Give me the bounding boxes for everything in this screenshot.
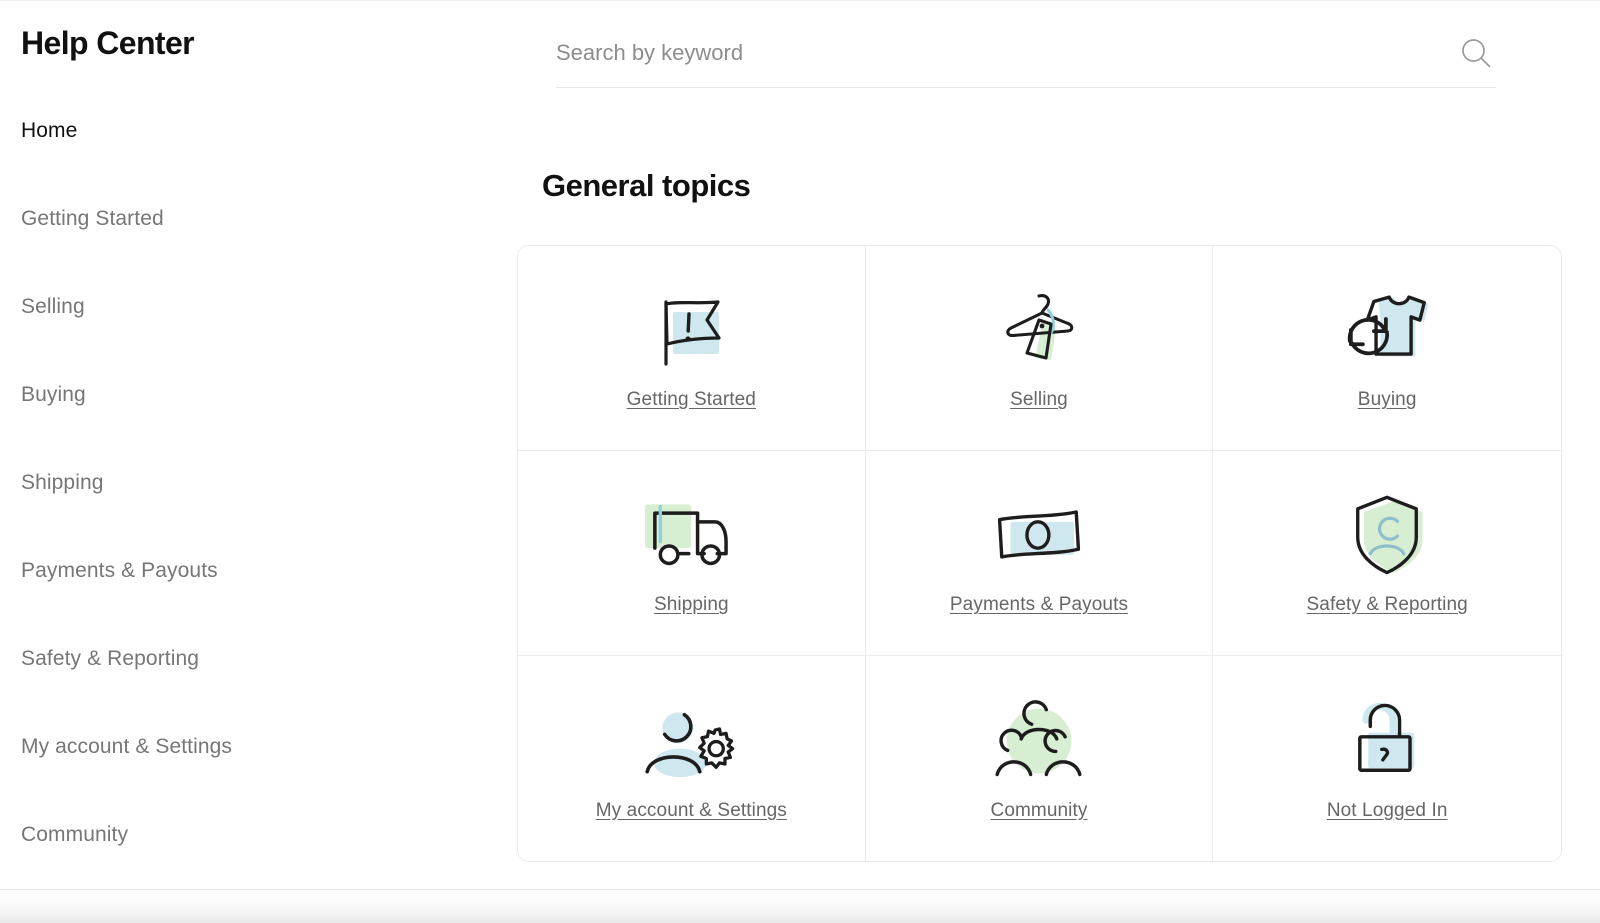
topic-label[interactable]: Not Logged In [1327,799,1448,823]
sidebar-item-home[interactable]: Home [21,118,520,144]
sidebar-item-community[interactable]: Community [21,822,520,848]
flag-exclamation-icon [636,284,746,376]
topic-cell-selling[interactable]: Selling [865,246,1214,451]
sidebar-nav: Home Getting Started Selling Buying Ship… [21,118,520,848]
topic-label[interactable]: Selling [1010,388,1068,412]
person-gear-icon [645,712,735,777]
search-icon[interactable] [1456,33,1496,73]
tshirt-refresh-icon [1347,295,1429,357]
topic-cell-buying[interactable]: Buying [1213,246,1561,451]
sidebar-item-shipping[interactable]: Shipping [21,470,520,496]
search-bar[interactable] [556,24,1496,88]
sidebar-item-selling[interactable]: Selling [21,294,520,320]
sidebar-item-buying[interactable]: Buying [21,382,520,408]
topic-cell-not-logged-in[interactable]: Not Logged In [1213,656,1561,861]
sidebar-item-my-account-settings[interactable]: My account & Settings [21,734,520,760]
delivery-truck-icon [645,504,729,566]
general-topics-grid: Getting Started Selling Buying Shipping … [517,245,1562,862]
section-title: General topics [542,168,751,203]
page-bottom-fade [0,890,1600,923]
sidebar: Help Center Home Getting Started Selling… [0,0,520,890]
hanger-price-tag-icon [984,284,1094,376]
sidebar-item-safety-reporting[interactable]: Safety & Reporting [21,646,520,672]
shield-person-icon [1356,495,1423,575]
topic-cell-safety-reporting[interactable]: Safety & Reporting [1213,451,1561,656]
topic-label[interactable]: Safety & Reporting [1307,593,1468,617]
topic-label[interactable]: Shipping [654,593,729,617]
topic-cell-shipping[interactable]: Shipping [518,451,866,656]
sidebar-item-payments-payouts[interactable]: Payments & Payouts [21,558,520,584]
three-people-icon [995,699,1082,776]
sidebar-item-getting-started[interactable]: Getting Started [21,206,520,232]
topic-label[interactable]: Community [991,799,1088,823]
topic-cell-payments-payouts[interactable]: Payments & Payouts [865,451,1214,656]
topic-label[interactable]: My account & Settings [596,799,787,823]
topic-label[interactable]: Buying [1358,388,1417,412]
help-center-page: Help Center Home Getting Started Selling… [0,0,1600,923]
search-input[interactable] [556,39,1456,72]
topic-cell-getting-started[interactable]: Getting Started [518,246,866,451]
padlock-icon [1358,702,1415,772]
banknote-icon [997,510,1081,559]
page-title: Help Center [21,25,195,61]
topic-label[interactable]: Payments & Payouts [950,593,1128,617]
topic-cell-community[interactable]: Community [865,656,1214,861]
topic-cell-my-account-settings[interactable]: My account & Settings [518,656,866,861]
topic-label[interactable]: Getting Started [627,388,756,412]
